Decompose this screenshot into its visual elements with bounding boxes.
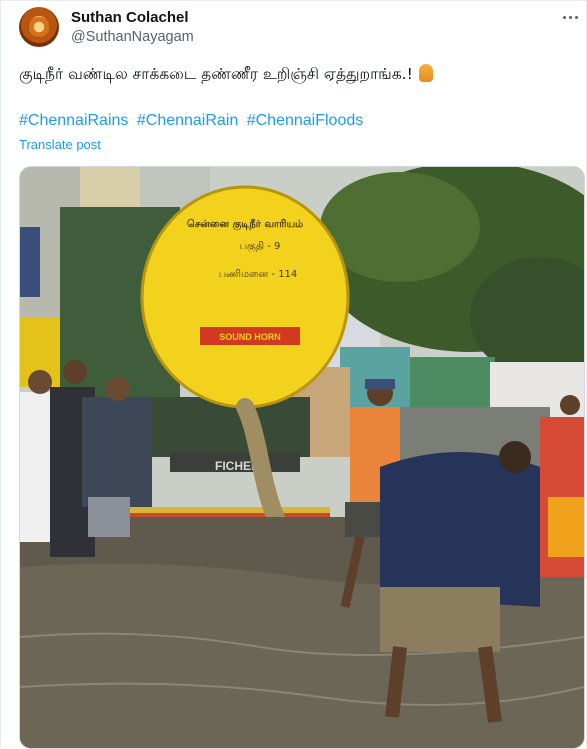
tanker-text-line1: சென்னை குடிநீர் வாரியம் [187, 218, 303, 231]
facepalm-emoji-icon [418, 64, 433, 82]
more-options-icon[interactable] [563, 12, 581, 22]
tanker-brand-text: SOUND HORN [219, 332, 281, 342]
avatar-seal-icon [28, 17, 50, 37]
flood-scene-illustration: சென்னை குடிநீர் வாரியம் பகுதி - 9 பணிமனை… [20, 167, 584, 748]
tanker-text-line2: பகுதி - 9 [240, 241, 281, 253]
avatar[interactable] [19, 7, 59, 47]
author-handle[interactable]: @SuthanNayagam [71, 29, 194, 45]
hashtag-link[interactable]: #ChennaiRains [19, 112, 128, 129]
hashtag-link[interactable]: #ChennaiFloods [247, 112, 364, 129]
post-photo[interactable]: சென்னை குடிநீர் வாரியம் பகுதி - 9 பணிமனை… [19, 166, 585, 749]
author-display-name[interactable]: Suthan Colachel [71, 9, 189, 26]
tweet-text: குடிநீர் வண்டில சாக்கடை தண்ணீர உறிஞ்சி ஏ… [19, 64, 433, 85]
tanker-text-line3: பணிமனை - 114 [219, 269, 298, 280]
translate-post-link[interactable]: Translate post [19, 137, 101, 152]
tweet-body: குடிநீர் வண்டில சாக்கடை தண்ணீர உறிஞ்சி ஏ… [19, 65, 413, 83]
hashtag-link[interactable]: #ChennaiRain [137, 112, 238, 129]
hashtags: #ChennaiRains #ChennaiRain #ChennaiFlood… [19, 112, 367, 130]
